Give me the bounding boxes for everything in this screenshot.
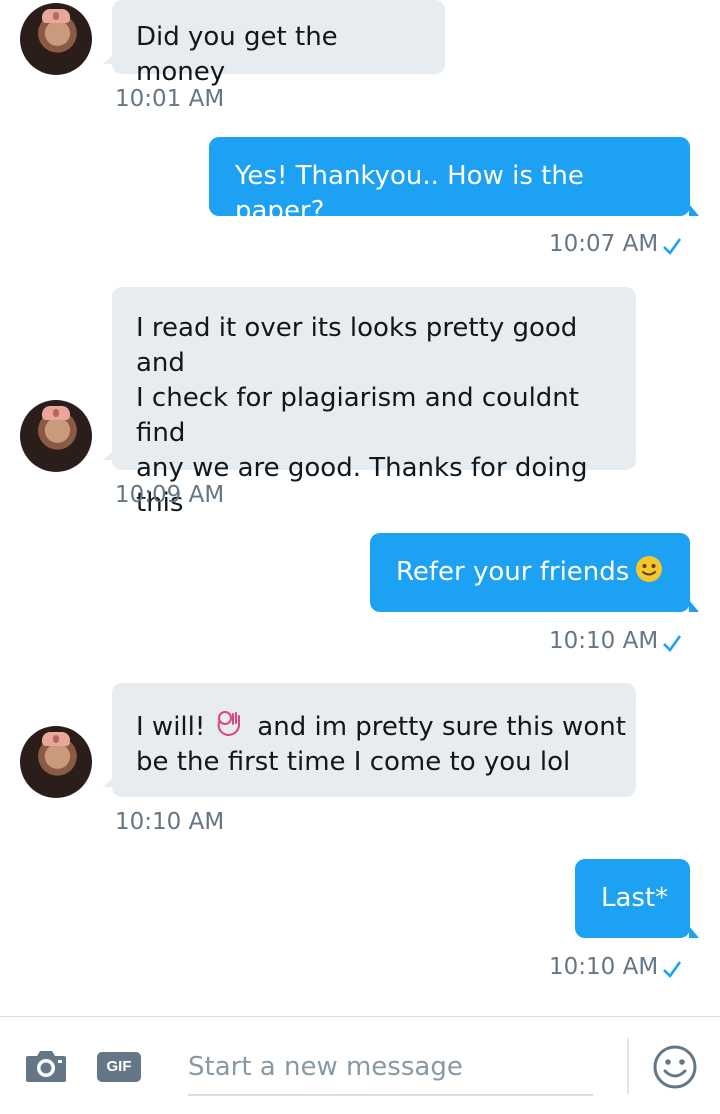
- composer-divider: [0, 1016, 720, 1017]
- ok-hand-icon: [217, 711, 241, 737]
- message-text: and im pretty sure this wont: [257, 712, 626, 742]
- outgoing-message-bubble[interactable]: Refer your friends: [370, 533, 699, 612]
- message-input[interactable]: [188, 1040, 593, 1096]
- outgoing-message-bubble[interactable]: Last*: [575, 859, 699, 938]
- message-line: any we are good. Thanks for doing: [136, 453, 588, 483]
- contact-avatar[interactable]: [20, 400, 92, 472]
- message-timestamp: 10:01 AM: [115, 86, 225, 112]
- smiley-icon[interactable]: [652, 1044, 698, 1090]
- camera-icon[interactable]: [24, 1048, 68, 1084]
- gif-button[interactable]: GIF: [97, 1052, 141, 1082]
- message-timestamp: 10:07 AM: [549, 231, 659, 257]
- message-text: I will!: [136, 712, 206, 742]
- contact-avatar[interactable]: [20, 726, 92, 798]
- read-check-icon: [663, 635, 682, 653]
- message-line: be the first time I come to you lol: [136, 747, 571, 777]
- message-text: Last*: [601, 883, 669, 913]
- read-check-icon: [663, 961, 682, 979]
- incoming-message-bubble[interactable]: Did you get the money: [103, 0, 445, 87]
- contact-avatar[interactable]: [20, 3, 92, 75]
- outgoing-message-bubble[interactable]: Yes! Thankyou.. How is the paper?: [209, 137, 699, 226]
- message-line: I check for plagiarism and couldnt find: [136, 383, 579, 448]
- incoming-message-bubble[interactable]: I read it over its looks pretty good and…: [103, 287, 636, 518]
- incoming-message-bubble[interactable]: I will! and im pretty sure this wont be t…: [103, 683, 636, 797]
- message-text: Did you get the money: [136, 22, 338, 87]
- message-timestamp: 10:10 AM: [549, 954, 659, 980]
- message-timestamp: 10:10 AM: [115, 809, 225, 835]
- message-text: Yes! Thankyou.. How is the paper?: [235, 161, 584, 226]
- message-timestamp: 10:10 AM: [549, 628, 659, 654]
- message-line: I read it over its looks pretty good and: [136, 313, 578, 378]
- message-text: Refer your friends: [396, 557, 630, 587]
- read-check-icon: [663, 238, 682, 256]
- composer-separator: [627, 1038, 629, 1094]
- slightly-smiling-face-icon: [636, 556, 663, 582]
- message-timestamp: 10:09 AM: [115, 482, 225, 508]
